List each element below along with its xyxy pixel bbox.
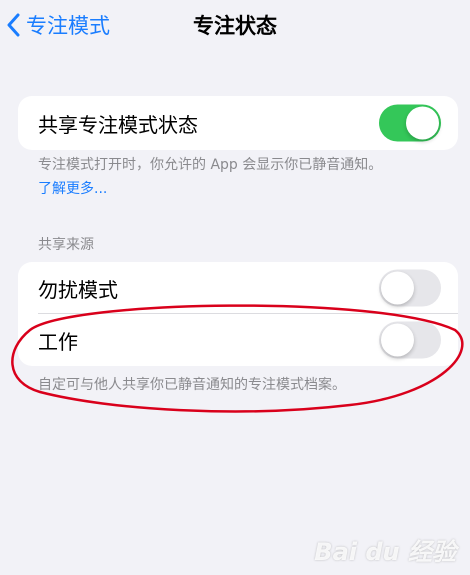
toggle-knob: [381, 271, 414, 305]
share-status-description: 专注模式打开时，你允许的 App 会显示你已静音通知。: [38, 157, 383, 173]
do-not-disturb-toggle[interactable]: [379, 269, 441, 307]
page-title: 专注状态: [193, 14, 277, 38]
share-status-footnote: 专注模式打开时，你允许的 App 会显示你已静音通知。 了解更多...: [38, 153, 448, 201]
source-row-work: 工作: [18, 314, 458, 366]
navigation-bar: 专注模式 专注状态: [0, 0, 470, 56]
work-toggle[interactable]: [379, 321, 441, 359]
learn-more-link[interactable]: 了解更多...: [38, 177, 448, 201]
share-focus-status-toggle[interactable]: [379, 104, 441, 142]
share-from-group: 勿扰模式 工作: [18, 262, 458, 366]
source-row-do-not-disturb: 勿扰模式: [18, 262, 458, 314]
share-from-header: 共享来源: [38, 237, 94, 253]
toggle-knob: [406, 106, 439, 140]
share-status-group: 共享专注模式状态: [18, 96, 458, 150]
share-from-footnote: 自定可与他人共享你已静音通知的专注模式档案。: [38, 377, 346, 393]
toggle-knob: [381, 323, 414, 357]
share-focus-status-row: 共享专注模式状态: [18, 96, 458, 150]
watermark-logo: Bai du 经验: [314, 538, 456, 566]
